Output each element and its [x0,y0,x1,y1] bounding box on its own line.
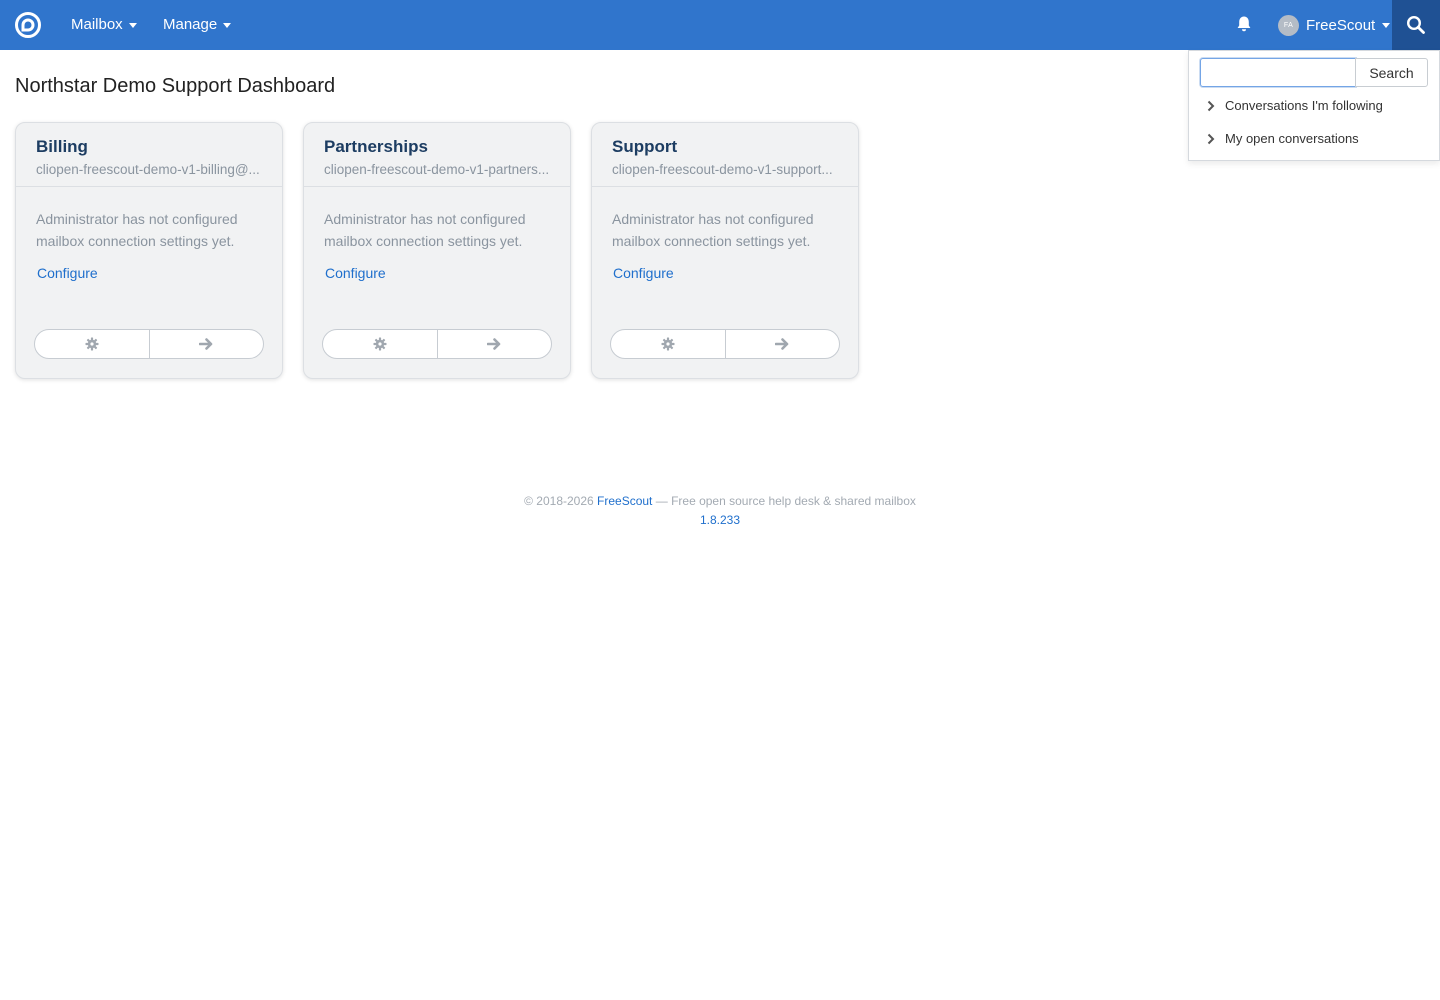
search-item-my-open[interactable]: My open conversations [1207,131,1359,146]
card-body: Administrator has not configured mailbox… [16,187,282,283]
avatar: FA [1278,14,1299,36]
footer-brand-link[interactable]: FreeScout [597,494,652,508]
manage-menu[interactable]: Manage [163,0,232,50]
chevron-right-icon [1207,100,1215,111]
search-item-following[interactable]: Conversations I'm following [1207,98,1383,113]
caret-down-icon [223,23,232,28]
card-message: Administrator has not configured mailbox… [36,211,238,249]
arrow-right-icon [775,338,789,350]
card-button-group [610,329,840,359]
bell-icon[interactable] [1234,14,1254,34]
mailbox-menu-label: Mailbox [71,16,123,33]
card-header: Partnerships cliopen-freescout-demo-v1-p… [304,123,570,187]
mailbox-card-support: Support cliopen-freescout-demo-v1-suppor… [591,122,859,379]
card-header: Support cliopen-freescout-demo-v1-suppor… [592,123,858,187]
arrow-right-icon [487,338,501,350]
mailbox-card-billing: Billing cliopen-freescout-demo-v1-billin… [15,122,283,379]
search-item-label: Conversations I'm following [1225,98,1383,113]
footer: © 2018-2026 FreeScout — Free open source… [0,492,1440,530]
card-button-group [322,329,552,359]
card-message: Administrator has not configured mailbox… [324,211,526,249]
footer-line: © 2018-2026 FreeScout — Free open source… [0,492,1440,511]
search-icon [1406,15,1425,34]
open-mailbox-button[interactable] [724,330,840,358]
gear-icon [85,337,99,351]
footer-tagline: — Free open source help desk & shared ma… [655,494,916,508]
configure-link[interactable]: Configure [37,265,98,281]
card-body: Administrator has not configured mailbox… [592,187,858,283]
freescout-logo-icon[interactable] [14,11,42,39]
card-message: Administrator has not configured mailbox… [612,211,814,249]
mailbox-settings-button[interactable] [323,330,437,358]
card-header: Billing cliopen-freescout-demo-v1-billin… [16,123,282,187]
configure-link[interactable]: Configure [325,265,386,281]
user-name: FreeScout [1306,16,1376,34]
search-input[interactable] [1200,58,1356,87]
card-button-group [34,329,264,359]
arrow-right-icon [199,338,213,350]
mailbox-menu[interactable]: Mailbox [71,0,137,50]
mailbox-email: cliopen-freescout-demo-v1-billing@... [36,162,260,177]
gear-icon [373,337,387,351]
mailbox-settings-button[interactable] [35,330,149,358]
search-dropdown: Search Conversations I'm following My op… [1188,50,1440,161]
mailbox-email: cliopen-freescout-demo-v1-support... [612,162,833,177]
mailbox-name[interactable]: Billing [36,137,262,157]
gear-icon [661,337,675,351]
mailbox-email: cliopen-freescout-demo-v1-partners... [324,162,550,177]
open-mailbox-button[interactable] [148,330,264,358]
top-navbar: Mailbox Manage FA FreeScout [0,0,1440,50]
search-button[interactable]: Search [1355,58,1428,87]
search-toggle-button[interactable] [1392,0,1440,50]
footer-version-link[interactable]: 1.8.233 [700,513,740,527]
page-title: Northstar Demo Support Dashboard [15,75,336,97]
caret-down-icon [1382,23,1391,28]
chevron-right-icon [1207,133,1215,144]
mailbox-name[interactable]: Support [612,137,838,157]
footer-copyright: © 2018-2026 [524,494,594,508]
caret-down-icon [128,23,137,28]
open-mailbox-button[interactable] [436,330,552,358]
configure-link[interactable]: Configure [613,265,674,281]
manage-menu-label: Manage [163,16,218,33]
card-body: Administrator has not configured mailbox… [304,187,570,283]
user-menu[interactable]: FA FreeScout [1278,0,1391,50]
mailbox-card-partnerships: Partnerships cliopen-freescout-demo-v1-p… [303,122,571,379]
search-item-label: My open conversations [1225,131,1359,146]
mailbox-settings-button[interactable] [611,330,725,358]
mailbox-name[interactable]: Partnerships [324,137,550,157]
